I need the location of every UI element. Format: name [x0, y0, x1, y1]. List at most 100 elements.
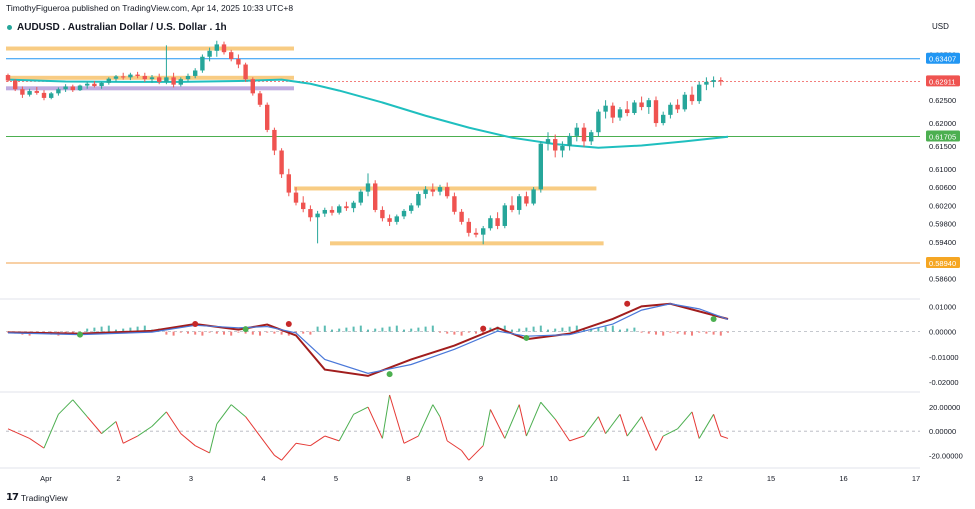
macd-line: [7, 302, 729, 377]
candle-body: [682, 94, 687, 110]
macd-histogram-bar: [683, 331, 686, 335]
oscillator-segment: [101, 421, 117, 435]
candle-body: [171, 77, 176, 85]
candle-body: [322, 209, 327, 214]
oscillator-segment: [677, 411, 693, 430]
macd-histogram-bar: [467, 331, 470, 333]
candle-body: [164, 77, 169, 82]
price-badge-label: 0.58940: [929, 259, 956, 268]
macd-histogram-bar: [230, 331, 233, 336]
candle-body: [517, 196, 522, 210]
macd-histogram-bar: [107, 325, 110, 332]
x-tick-label: 8: [406, 474, 410, 483]
oscillator-segment: [619, 414, 628, 437]
macd-histogram-bar: [655, 331, 657, 335]
oscillator-segment: [583, 416, 599, 437]
macd-histogram-bar: [403, 329, 405, 332]
candle-body: [668, 104, 673, 115]
candle-body: [610, 105, 615, 118]
candle-body: [142, 75, 147, 80]
candle-body: [416, 193, 421, 206]
oscillator-segment: [324, 435, 340, 442]
x-tick-label: 17: [912, 474, 920, 483]
candle-body: [711, 80, 716, 82]
macd-histogram-bar: [424, 326, 427, 332]
macd-panel[interactable]: [6, 300, 920, 378]
candle-body: [329, 209, 335, 213]
chart-canvas[interactable]: 0.635000.625000.620000.615000.610000.606…: [0, 0, 975, 509]
candle-body: [531, 189, 536, 204]
signal-line: [7, 303, 729, 374]
x-tick-label: 16: [839, 474, 847, 483]
crossover-marker: [480, 325, 487, 332]
macd-histogram-bar: [367, 329, 369, 332]
grid-lines: [0, 298, 920, 469]
macd-histogram-bar: [439, 331, 441, 333]
candle-body: [301, 202, 306, 210]
oscillator-segment: [86, 416, 102, 434]
candle-body: [560, 145, 565, 151]
macd-histogram-bar: [352, 326, 355, 332]
candle-body: [524, 196, 529, 204]
candle-body: [567, 135, 572, 146]
macd-histogram-bar: [554, 328, 557, 332]
crossover-marker: [285, 321, 292, 328]
macd-histogram-bar: [237, 331, 240, 333]
macd-histogram-bar: [611, 325, 614, 332]
oscillator-segment: [626, 416, 643, 437]
price-panel[interactable]: [5, 40, 920, 264]
macd-histogram-bar: [719, 331, 722, 336]
oscillator-segment: [641, 416, 657, 451]
macd-histogram-bar: [359, 325, 362, 332]
candle-body: [236, 59, 241, 65]
oscillator-segment: [274, 454, 282, 461]
oscillator-segment: [461, 450, 470, 461]
oscillator-segment: [180, 433, 196, 447]
crossover-marker: [386, 371, 393, 378]
crossover-marker: [523, 334, 530, 341]
oscillator-segment: [209, 423, 218, 454]
oscillator-panel[interactable]: [6, 394, 920, 461]
oscillator-segment: [367, 406, 383, 439]
crossover-marker: [242, 326, 249, 333]
macd-histogram-bar: [395, 325, 398, 332]
candle-body: [653, 100, 659, 124]
candle-body: [423, 189, 428, 194]
macd-histogram-bar: [604, 326, 607, 332]
support-resistance-zone: [330, 241, 604, 246]
candle-body: [596, 111, 601, 133]
candle-body: [286, 174, 291, 193]
oscillator-segment: [353, 406, 369, 415]
y-tick-label: 0.62500: [929, 96, 956, 105]
oscillator-segment: [403, 435, 419, 444]
candle-body: [34, 91, 39, 93]
candle-body: [49, 93, 54, 98]
candle-body: [113, 76, 119, 79]
y-tick-label: 0.01000: [929, 302, 956, 311]
macd-histogram-bar: [705, 331, 708, 334]
x-tick-label: 5: [334, 474, 338, 483]
macd-histogram-bar: [626, 328, 629, 332]
candle-body: [452, 196, 457, 212]
macd-histogram-bar: [712, 331, 715, 335]
candle-body: [70, 86, 75, 91]
oscillator-segment: [554, 418, 571, 442]
crossover-marker: [77, 331, 83, 338]
candle-body: [581, 127, 587, 142]
macd-histogram-bar: [280, 331, 283, 335]
macd-histogram-bar: [691, 331, 693, 336]
oscillator-segment: [439, 416, 448, 442]
oscillator-segment: [122, 435, 138, 444]
candle-body: [430, 189, 435, 192]
macd-histogram-bar: [647, 331, 650, 334]
candle-body: [56, 89, 61, 94]
x-tick-label: Apr: [40, 474, 52, 483]
oscillator-segment: [525, 402, 542, 437]
oscillator-segment: [29, 438, 45, 449]
y-tick-label: 0.59800: [929, 220, 956, 229]
candle-body: [308, 209, 313, 218]
candle-body: [488, 218, 493, 229]
macd-histogram-bar: [201, 331, 204, 336]
oscillator-segment: [115, 421, 124, 444]
macd-histogram-bar: [460, 331, 463, 336]
